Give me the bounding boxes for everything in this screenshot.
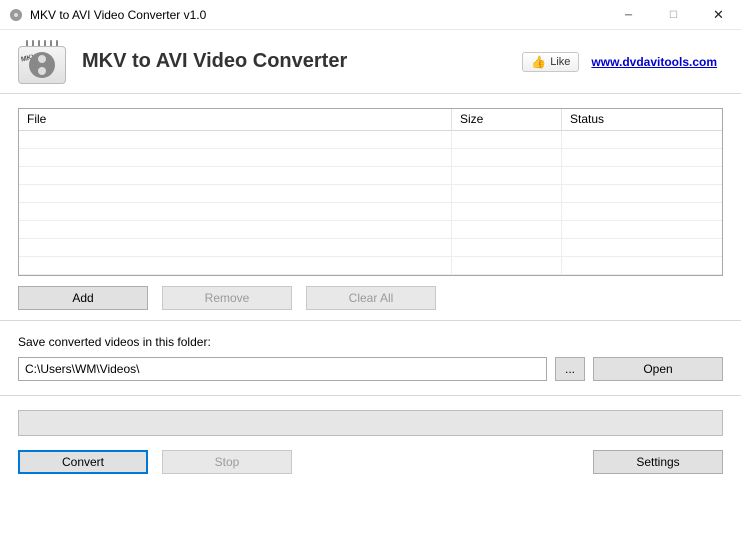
file-buttons: Add Remove Clear All <box>18 286 723 310</box>
add-button[interactable]: Add <box>18 286 148 310</box>
settings-button[interactable]: Settings <box>593 450 723 474</box>
output-row: ... Open <box>18 357 723 381</box>
minimize-button[interactable]: ─ <box>606 0 651 30</box>
col-size[interactable]: Size <box>452 109 562 131</box>
progress-section: Convert Stop Settings <box>0 396 741 484</box>
header: MKV MKV to AVI Video Converter 👍 Like ww… <box>0 30 741 94</box>
like-button[interactable]: 👍 Like <box>522 52 579 72</box>
browse-button[interactable]: ... <box>555 357 585 381</box>
window-title: MKV to AVI Video Converter v1.0 <box>30 8 606 22</box>
app-logo: MKV <box>18 40 66 84</box>
table-row <box>19 167 722 185</box>
app-icon <box>8 7 24 23</box>
stop-button[interactable]: Stop <box>162 450 292 474</box>
table-row <box>19 149 722 167</box>
website-link[interactable]: www.dvdavitools.com <box>591 55 717 69</box>
output-section: Save converted videos in this folder: ..… <box>0 321 741 395</box>
close-button[interactable]: ✕ <box>696 0 741 30</box>
col-file[interactable]: File <box>19 109 452 131</box>
table-row <box>19 257 722 275</box>
thumbs-up-icon: 👍 <box>531 55 546 69</box>
output-path-input[interactable] <box>18 357 547 381</box>
app-title: MKV to AVI Video Converter <box>82 50 522 73</box>
remove-button[interactable]: Remove <box>162 286 292 310</box>
table-row <box>19 239 722 257</box>
clear-all-button[interactable]: Clear All <box>306 286 436 310</box>
table-header: File Size Status <box>19 109 722 131</box>
table-row <box>19 131 722 149</box>
maximize-button[interactable]: ☐ <box>651 0 696 30</box>
open-button[interactable]: Open <box>593 357 723 381</box>
action-row: Convert Stop Settings <box>18 450 723 474</box>
table-row <box>19 221 722 239</box>
like-label: Like <box>550 56 570 68</box>
output-label: Save converted videos in this folder: <box>18 335 723 349</box>
file-table: File Size Status <box>18 108 723 276</box>
convert-button[interactable]: Convert <box>18 450 148 474</box>
titlebar: MKV to AVI Video Converter v1.0 ─ ☐ ✕ <box>0 0 741 30</box>
col-status[interactable]: Status <box>562 109 722 131</box>
file-section: File Size Status Add Remove Clear All <box>0 94 741 320</box>
window-controls: ─ ☐ ✕ <box>606 0 741 29</box>
table-body[interactable] <box>19 131 722 275</box>
table-row <box>19 203 722 221</box>
progress-bar <box>18 410 723 436</box>
table-row <box>19 185 722 203</box>
